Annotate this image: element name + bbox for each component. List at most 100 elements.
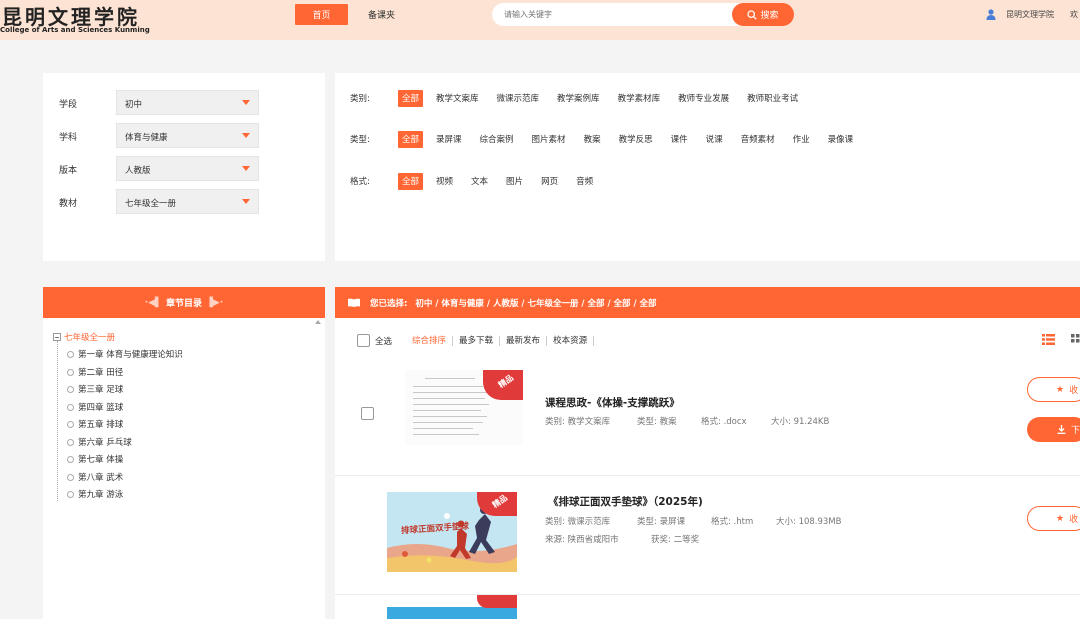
type-option[interactable]: 课件: [671, 133, 688, 145]
format-option[interactable]: 文本: [471, 175, 488, 187]
category-option[interactable]: 教学文案库: [436, 92, 479, 104]
textbook-select[interactable]: 七年级全一册: [116, 189, 259, 214]
results-panel: 您已选择: 初中 / 体育与健康 / 人教版 / 七年级全一册 / 全部 / 全…: [335, 287, 1080, 619]
select-label: 学段: [59, 100, 78, 110]
type-option[interactable]: 录屏课: [436, 133, 462, 145]
scroll-up-arrow-icon[interactable]: [315, 320, 321, 324]
badge-label: 精品: [490, 493, 510, 510]
sort-most-downloaded[interactable]: 最多下载: [453, 335, 501, 346]
video-thumbnail[interactable]: [387, 607, 517, 619]
premium-badge: 精品: [483, 370, 523, 400]
chapter-item[interactable]: 第二章 田径: [67, 366, 123, 378]
favorite-label: 收: [1069, 386, 1079, 396]
chapter-title: 章节目录: [165, 299, 202, 309]
format-option[interactable]: 视频: [436, 175, 453, 187]
category-option[interactable]: 教师专业发展: [678, 92, 729, 104]
select-all-checkbox[interactable]: [357, 334, 370, 347]
category-option[interactable]: 教学素材库: [618, 92, 661, 104]
search-button[interactable]: 搜索: [732, 3, 794, 26]
format-option[interactable]: 网页: [541, 175, 558, 187]
user-name[interactable]: 昆明文理学院: [1006, 9, 1054, 20]
scrollbar[interactable]: [313, 320, 323, 619]
category-filter-row: 类别: 全部 教学文案库 微课示范库 教学案例库 教学素材库 教师专业发展 教师…: [350, 88, 807, 108]
subject-select[interactable]: 体育与健康: [116, 123, 259, 148]
category-option[interactable]: 教师职业考试: [747, 92, 798, 104]
chapter-item[interactable]: 第一章 体育与健康理论知识: [67, 348, 183, 360]
resource-format: 格式: .htm: [711, 517, 754, 527]
caret-down-icon: [242, 166, 250, 171]
edition-select[interactable]: 人教版: [116, 156, 259, 181]
list-view-icon[interactable]: [1042, 334, 1055, 345]
type-option[interactable]: 音频素材: [741, 133, 775, 145]
tree-root-item[interactable]: 七年级全一册: [53, 331, 115, 343]
chapter-label: 第七章 体操: [78, 455, 124, 465]
type-option[interactable]: 图片素材: [532, 133, 566, 145]
chapter-item[interactable]: 第五章 排球: [67, 418, 123, 430]
type-all-button[interactable]: 全部: [398, 130, 424, 148]
chapter-panel: ·◀▌ 章节目录 ▐▶· 七年级全一册 第一章 体育与健康理论知识 第二章 田径…: [43, 287, 325, 619]
chapter-label: 第一章 体育与健康理论知识: [78, 350, 183, 360]
node-icon: [67, 404, 74, 411]
document-thumbnail[interactable]: 精品: [405, 370, 523, 445]
resource-source: 来源: 陕西省咸阳市: [545, 535, 619, 545]
select-value: 初中: [125, 100, 143, 110]
favorite-button[interactable]: ★ 收: [1027, 377, 1080, 402]
select-all-label[interactable]: 全选: [375, 335, 392, 347]
user-greeting: 欢: [1070, 10, 1078, 19]
chapter-item[interactable]: 第九章 游泳: [67, 488, 123, 500]
resource-size: 大小: 108.93MB: [776, 517, 842, 527]
book-icon: [348, 298, 360, 307]
select-value: 人教版: [125, 166, 151, 176]
chapter-item[interactable]: 第八章 武术: [67, 471, 123, 483]
node-icon: [67, 369, 74, 376]
chapter-item[interactable]: 第三章 足球: [67, 383, 123, 395]
type-option[interactable]: 作业: [793, 133, 810, 145]
nav-prep-folder[interactable]: 备课夹: [368, 8, 395, 21]
divider-decoration-icon: ▐▶·: [206, 297, 224, 308]
type-option[interactable]: 教学反思: [619, 133, 653, 145]
category-option[interactable]: 教学案例库: [557, 92, 600, 104]
node-icon: [67, 386, 74, 393]
chapter-label: 第五章 排球: [78, 420, 124, 430]
type-option[interactable]: 综合案例: [480, 133, 514, 145]
node-icon: [67, 421, 74, 428]
select-label: 学科: [59, 133, 78, 143]
tree-guide-line: [57, 341, 58, 501]
resource-format: 格式: .docx: [701, 417, 747, 427]
category-all-button[interactable]: 全部: [398, 89, 424, 107]
type-option[interactable]: 录像课: [828, 133, 854, 145]
select-value: 体育与健康: [125, 133, 168, 143]
download-button[interactable]: 下: [1027, 417, 1080, 442]
type-option[interactable]: 教案: [584, 133, 601, 145]
type-option[interactable]: 说课: [706, 133, 723, 145]
type-filter-row: 类型: 全部 录屏课 综合案例 图片素材 教案 教学反思 课件 说课 音频素材 …: [350, 129, 862, 149]
grid-view-icon[interactable]: [1071, 334, 1080, 345]
favorite-button[interactable]: ★ 收: [1027, 506, 1080, 531]
resource-item: 排球正面双手垫球 精品 《排球正面双手垫球》（2025年) 类别: 微课示范库 …: [335, 475, 1080, 593]
item-checkbox[interactable]: [361, 407, 374, 420]
filter-panel: 类别: 全部 教学文案库 微课示范库 教学案例库 教学素材库 教师专业发展 教师…: [335, 73, 1080, 261]
video-thumbnail[interactable]: 排球正面双手垫球 精品: [387, 492, 517, 572]
sort-bar: 全选 综合排序 最多下载 最新发布 校本资源: [357, 334, 595, 347]
sort-latest[interactable]: 最新发布: [500, 335, 548, 346]
resource-title[interactable]: 课程思政-《体操-支撑跳跃》: [545, 395, 680, 410]
category-option[interactable]: 微课示范库: [497, 92, 540, 104]
chapter-item[interactable]: 第四章 篮球: [67, 401, 123, 413]
node-icon: [67, 456, 74, 463]
collapse-icon[interactable]: [53, 333, 61, 341]
nav-home-button[interactable]: 首页: [295, 4, 348, 25]
chapter-item[interactable]: 第六章 乒乓球: [67, 436, 132, 448]
format-all-button[interactable]: 全部: [398, 172, 424, 190]
user-icon: [986, 9, 996, 20]
chapter-item[interactable]: 第七章 体操: [67, 453, 123, 465]
stage-select[interactable]: 初中: [116, 90, 259, 115]
sort-school-resources[interactable]: 校本资源: [547, 335, 595, 346]
chapter-label: 第三章 足球: [78, 385, 124, 395]
format-option[interactable]: 音频: [576, 175, 593, 187]
search-input[interactable]: [504, 8, 724, 21]
resource-type: 类型: 教案: [637, 417, 677, 427]
filter-label: 类型:: [350, 135, 370, 145]
format-option[interactable]: 图片: [506, 175, 523, 187]
resource-title[interactable]: 《排球正面双手垫球》（2025年): [548, 494, 703, 509]
sort-comprehensive[interactable]: 综合排序: [412, 335, 454, 346]
